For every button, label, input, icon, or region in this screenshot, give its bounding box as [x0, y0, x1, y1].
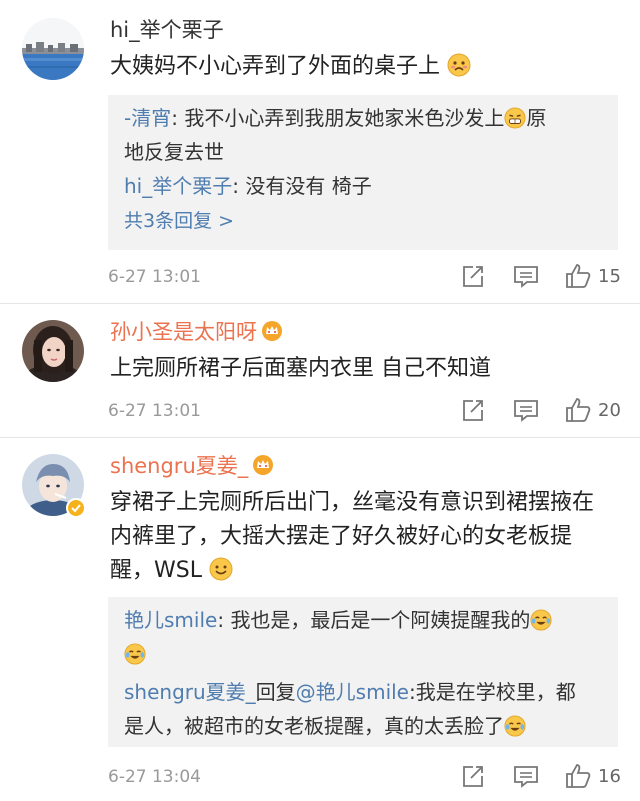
like-count: 16	[598, 766, 621, 787]
reply-text: :我是在学校里，都	[409, 680, 576, 704]
verified-badge	[66, 498, 86, 518]
reply-item: shengru夏姜_回复@艳儿smile:我是在学校里，都 是人，被超市的女老板…	[124, 675, 602, 743]
check-icon	[71, 504, 81, 513]
comment-text-line: 醒，WSL	[110, 558, 202, 583]
vip-crown-icon[interactable]	[261, 320, 283, 342]
divider	[0, 437, 640, 438]
like-count: 15	[598, 266, 621, 287]
comment-icon[interactable]	[512, 762, 540, 792]
username-text: 孙小圣是太阳呀	[110, 320, 257, 344]
avatar[interactable]	[22, 320, 84, 382]
timestamp: 6-27 13:01	[108, 401, 201, 421]
comment-footer: 6-27 13:04 16	[108, 762, 628, 792]
share-icon[interactable]	[460, 762, 486, 792]
reply-text-2: 是人，被超市的女老板提醒，真的太丢脸了	[124, 714, 504, 738]
pouting-emoji	[447, 53, 471, 77]
comment-icon[interactable]	[512, 396, 540, 426]
reply-text: 我也是，最后是一个阿姨提醒我的	[230, 608, 531, 632]
avatar[interactable]	[22, 18, 84, 80]
reply-item: 艳儿smile: 我也是，最后是一个阿姨提醒我的	[124, 603, 602, 671]
reply-username[interactable]: hi_举个栗子	[124, 174, 232, 198]
username-text: shengru夏姜_	[110, 454, 249, 478]
share-icon[interactable]	[460, 396, 486, 426]
reply-colon: :	[171, 106, 185, 130]
cry-laugh-emoji	[124, 641, 146, 665]
avatar-image	[22, 320, 84, 382]
more-replies-link[interactable]: 共3条回复 >	[124, 203, 602, 239]
reply-box[interactable]: -清宵: 我不小心弄到我朋友她家米色沙发上原 地反复去世 hi_举个栗子: 没有…	[108, 95, 618, 250]
username[interactable]: hi_举个栗子	[110, 16, 224, 44]
comment-footer: 6-27 13:01 15	[108, 262, 628, 292]
reply-item: hi_举个栗子: 没有没有 椅子	[124, 169, 602, 203]
cry-laugh-emoji	[504, 713, 526, 737]
reply-colon: :	[232, 174, 246, 198]
comment-text-line: 内裤里了，大摇大摆走了好久被好心的女老板提	[110, 524, 573, 549]
like-count: 20	[598, 400, 621, 421]
reply-username[interactable]: shengru夏姜_	[124, 680, 256, 704]
reply-item: -清宵: 我不小心弄到我朋友她家米色沙发上原 地反复去世	[124, 101, 602, 169]
reply-word: 回复	[255, 680, 296, 704]
avatar-image	[22, 18, 84, 80]
divider	[0, 303, 640, 304]
smile-emoji	[209, 557, 233, 581]
vip-crown-icon[interactable]	[252, 454, 274, 476]
reply-text: 我不小心弄到我朋友她家米色沙发上	[184, 106, 505, 130]
like-icon[interactable]	[564, 262, 592, 292]
comment-text-line-wrap: 醒，WSL	[110, 554, 625, 588]
reply-text-3: 地反复去世	[124, 140, 224, 164]
reply-box[interactable]: 艳儿smile: 我也是，最后是一个阿姨提醒我的 shengru夏姜_回复@艳儿…	[108, 597, 618, 747]
comment-icon[interactable]	[512, 262, 540, 292]
comment-text: 大姨妈不小心弄到了外面的桌子上	[110, 50, 625, 84]
username[interactable]: shengru夏姜_	[110, 452, 274, 480]
like-icon[interactable]	[564, 762, 592, 792]
reply-text: 没有没有 椅子	[245, 174, 372, 198]
timestamp: 6-27 13:01	[108, 267, 201, 287]
comment-text-content: 大姨妈不小心弄到了外面的桌子上	[110, 54, 441, 79]
reply-colon: :	[217, 608, 231, 632]
timestamp: 6-27 13:04	[108, 767, 201, 787]
reply-text-2: 原	[526, 106, 547, 130]
like-icon[interactable]	[564, 396, 592, 426]
comment-text: 穿裙子上完厕所后出门，丝毫没有意识到裙摆掖在 内裤里了，大摇大摆走了好久被好心的…	[110, 486, 625, 588]
reply-username[interactable]: -清宵	[124, 106, 171, 130]
mention-link[interactable]: @艳儿smile	[296, 680, 409, 704]
reply-username[interactable]: 艳儿smile	[124, 608, 217, 632]
comment-text: 上完厕所裙子后面塞内衣里 自己不知道	[110, 356, 491, 381]
username[interactable]: 孙小圣是太阳呀	[110, 318, 283, 346]
grimace-emoji	[504, 105, 526, 129]
share-icon[interactable]	[460, 262, 486, 292]
comment-text-line: 穿裙子上完厕所后出门，丝毫没有意识到裙摆掖在	[110, 490, 595, 515]
cry-laugh-emoji	[530, 607, 552, 631]
comment-footer: 6-27 13:01 20	[108, 396, 628, 426]
